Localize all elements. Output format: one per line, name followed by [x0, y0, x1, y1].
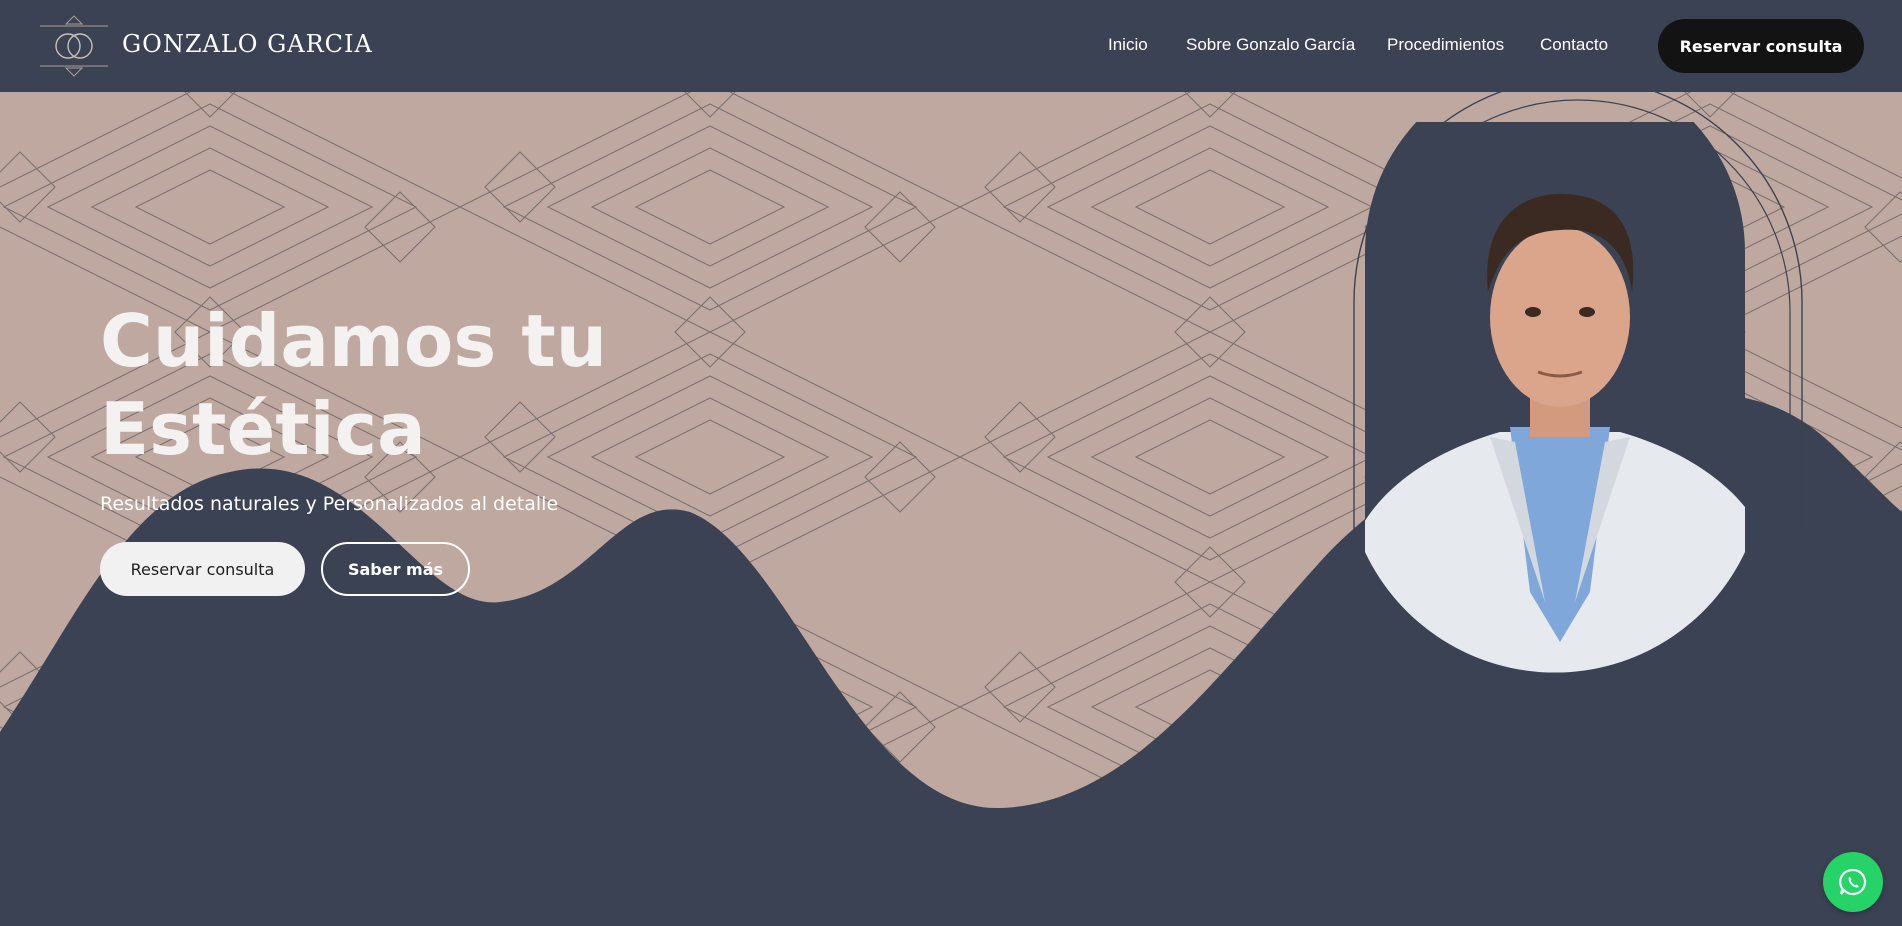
hero-subtitle: Resultados naturales y Personalizados al… — [100, 493, 559, 515]
main-nav: Inicio Sobre Gonzalo García Procedimient… — [0, 35, 1902, 59]
hero-title: Cuidamos tu Estética — [100, 297, 607, 473]
hero-section: Cuidamos tu Estética Resultados naturale… — [0, 92, 1902, 926]
hero-title-line-1: Cuidamos tu — [100, 299, 607, 383]
doctor-portrait — [1365, 122, 1745, 673]
nav-item-sobre[interactable]: Sobre Gonzalo García — [1186, 35, 1355, 55]
reservar-consulta-button[interactable]: Reservar consulta — [100, 542, 305, 596]
nav-item-procedimientos[interactable]: Procedimientos — [1387, 35, 1504, 55]
site-header: GONZALO GARCIA Inicio Sobre Gonzalo Garc… — [0, 0, 1902, 92]
saber-mas-button[interactable]: Saber más — [321, 542, 470, 596]
whatsapp-icon — [1839, 868, 1867, 896]
nav-item-inicio[interactable]: Inicio — [1108, 35, 1148, 55]
whatsapp-button[interactable] — [1823, 852, 1883, 912]
reservar-consulta-header-button[interactable]: Reservar consulta — [1658, 19, 1864, 73]
nav-item-contacto[interactable]: Contacto — [1540, 35, 1608, 55]
hero-title-line-2: Estética — [100, 387, 426, 471]
